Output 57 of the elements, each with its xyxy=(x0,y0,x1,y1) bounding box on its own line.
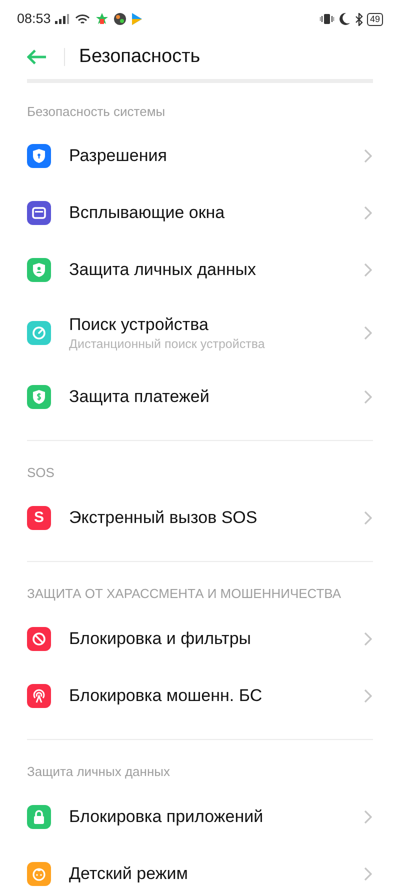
item-label: Защита личных данных xyxy=(69,258,257,280)
wifi-icon xyxy=(74,14,90,24)
item-label: Разрешения xyxy=(69,144,168,166)
moon-icon xyxy=(338,13,350,25)
chevron-right-icon xyxy=(364,390,372,404)
settings-item[interactable]: Защита личных данных xyxy=(27,241,373,298)
block-icon xyxy=(32,632,46,646)
status-time: 08:53 xyxy=(17,10,51,28)
settings-item[interactable]: Блокировка приложений xyxy=(27,788,373,845)
vibrate-icon xyxy=(320,13,334,25)
child-face-icon xyxy=(32,866,46,880)
section-header: Защита личных данных xyxy=(27,764,171,780)
battery-indicator: 49 xyxy=(366,12,383,26)
antenna-icon xyxy=(32,688,46,702)
settings-item[interactable]: Защита платежей xyxy=(27,368,373,425)
item-label: Всплывающие окна xyxy=(69,202,226,224)
chevron-right-icon xyxy=(364,262,372,276)
window-icon xyxy=(32,206,46,218)
chevron-right-icon xyxy=(364,688,372,702)
item-label: Блокировка приложений xyxy=(69,806,264,828)
page-title: Безопасность xyxy=(79,44,200,69)
item-label: Детский режим xyxy=(69,862,189,884)
bluetooth-icon xyxy=(354,12,363,26)
signal-icon xyxy=(54,14,69,24)
app-notification-icon xyxy=(114,13,126,25)
chevron-right-icon xyxy=(364,632,372,646)
letter-icon: S xyxy=(34,510,44,525)
shield-icon xyxy=(33,148,45,162)
item-label: Поиск устройства xyxy=(69,314,210,336)
shield-dollar-icon xyxy=(33,390,45,404)
chevron-right-icon xyxy=(364,866,372,880)
section-header: SOS xyxy=(27,465,56,481)
chevron-right-icon xyxy=(364,148,372,162)
chevron-right-icon xyxy=(364,326,372,340)
app-notification-icon xyxy=(96,13,108,25)
settings-item[interactable]: S Экстренный вызов SOS xyxy=(27,489,373,546)
lock-icon xyxy=(33,810,45,824)
settings-item[interactable]: Всплывающие окна xyxy=(27,184,373,241)
settings-item[interactable]: Разрешения xyxy=(27,127,373,184)
back-arrow-icon[interactable] xyxy=(27,49,47,65)
item-subtitle: Дистанционный поиск устройства xyxy=(69,336,266,352)
section-header: Безопасность системы xyxy=(27,104,166,120)
settings-item[interactable]: Блокировка мошенн. БС xyxy=(27,667,373,724)
settings-item[interactable]: Блокировка и фильтры xyxy=(27,610,373,667)
gauge-icon xyxy=(32,326,46,340)
play-store-icon xyxy=(132,13,142,25)
section-header: ЗАЩИТА ОТ ХАРАССМЕНТА И МОШЕННИЧЕСТВА xyxy=(27,586,342,602)
chevron-right-icon xyxy=(364,810,372,824)
item-label: Блокировка и фильтры xyxy=(69,628,252,650)
settings-item[interactable]: Детский режим xyxy=(27,845,373,889)
item-label: Блокировка мошенн. БС xyxy=(69,684,264,706)
item-label: Защита платежей xyxy=(69,386,210,408)
chevron-right-icon xyxy=(364,510,372,524)
shield-person-icon xyxy=(33,262,45,276)
settings-item[interactable]: Поиск устройства Дистанционный поиск устройства xyxy=(27,298,373,368)
chevron-right-icon xyxy=(364,206,372,220)
item-label: Экстренный вызов SOS xyxy=(69,506,258,528)
